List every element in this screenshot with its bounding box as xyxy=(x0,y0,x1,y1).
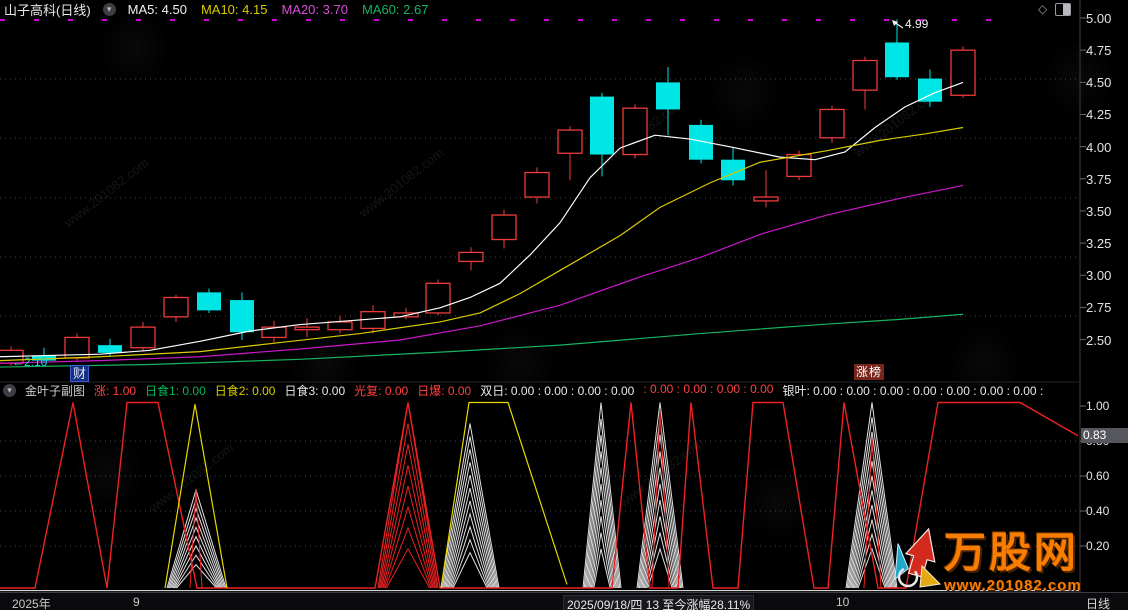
indicator-value-segment: 涨: 1.00 xyxy=(94,383,136,398)
diamond-icon[interactable]: ◇ xyxy=(1038,3,1047,16)
ma-label: MA5: 4.50 xyxy=(128,2,187,17)
indicator-values: 金叶子副图涨: 1.00 日食1: 0.00 日食2: 0.00 日食3: 0.00 光… xyxy=(25,383,1043,398)
indicator-value-segment: 日食3: 0.00 xyxy=(284,383,345,398)
site-brand-text: 万股网 xyxy=(944,532,1082,574)
indicator-value-segment: 金叶子副图 xyxy=(25,383,85,398)
chevron-down-icon[interactable]: ▾ xyxy=(103,3,116,16)
main-chart-header: 山子高科(日线) ▾ MA5: 4.50 MA10: 4.15 MA20: 3.70… xyxy=(0,0,1084,18)
split-screen-icon[interactable] xyxy=(1055,3,1071,16)
indicator-header: ▾ 金叶子副图涨: 1.00 日食1: 0.00 日食2: 0.00 日食3: 0.0… xyxy=(0,383,1083,398)
chevron-down-icon[interactable]: ▾ xyxy=(3,384,16,397)
stock-chart-app: www.201082.com www.201082.com www.201082… xyxy=(0,0,1128,610)
indicator-value-segment: 双日: 0.00 : 0.00 : 0.00 : 0.00 xyxy=(480,383,634,398)
ma-label: MA20: 3.70 xyxy=(281,2,348,17)
ma-legend: MA5: 4.50 MA10: 4.15 MA20: 3.70 MA60: 2.67 xyxy=(128,2,429,17)
logo-arrow-yellow xyxy=(920,566,940,587)
indicator-value-segment: : 0.00 : 0.00 : 0.00 : 0.00 xyxy=(643,383,773,398)
ma-label: MA60: 2.67 xyxy=(362,2,429,17)
site-logo-arrows xyxy=(0,0,1128,610)
indicator-value-segment: 银叶: 0.00 : 0.00 : 0.00 : 0.00 : 0.00 : 0… xyxy=(782,383,1043,398)
site-url-text: www.201082.com xyxy=(944,578,1082,593)
indicator-value-segment: 光复: 0.00 xyxy=(354,383,408,398)
site-logo: 万股网 www.201082.com xyxy=(944,532,1082,593)
indicator-value-segment: 日食2: 0.00 xyxy=(215,383,276,398)
symbol-title: 山子高科(日线) xyxy=(4,0,91,19)
chart-window-controls: ◇ xyxy=(1038,3,1071,16)
logo-arrow-cyan xyxy=(885,543,910,579)
ma-label: MA10: 4.15 xyxy=(201,2,268,17)
indicator-value-segment: 日食1: 0.00 xyxy=(145,383,206,398)
indicator-value-segment: 日爆: 0.00 xyxy=(417,383,471,398)
